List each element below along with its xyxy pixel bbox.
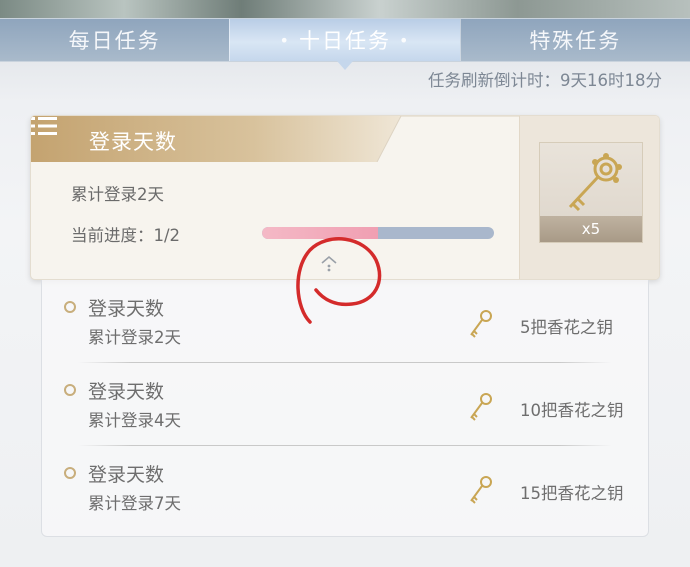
tab-label: 十日任务 xyxy=(298,29,391,53)
key-icon xyxy=(470,476,492,504)
tab-dot-right: • xyxy=(398,30,411,50)
tab-label: 特殊任务 xyxy=(529,29,622,53)
list-item[interactable]: 登录天数 累计登录4天 10把香花之钥 xyxy=(42,363,648,446)
tab-ten-day-tasks[interactable]: • 十日任务 • xyxy=(229,19,460,61)
key-icon xyxy=(568,153,622,212)
bullet-icon xyxy=(64,384,76,396)
card-header: 登录天数 xyxy=(31,116,521,162)
card-title: 登录天数 xyxy=(89,130,177,154)
tab-label: 每日任务 xyxy=(68,29,161,53)
annotation-circle xyxy=(296,237,382,324)
list-item-description: 累计登录4天 xyxy=(88,411,181,430)
tab-daily-tasks[interactable]: 每日任务 xyxy=(0,19,229,61)
key-icon xyxy=(470,310,492,338)
progress-label: 当前进度：1/2 xyxy=(71,226,181,245)
list-item-title: 登录天数 xyxy=(88,381,165,403)
list-item-description: 累计登录2天 xyxy=(88,328,181,347)
task-tabs: 每日任务 • 十日任务 • 特殊任务 xyxy=(0,18,690,62)
list-icon xyxy=(31,117,57,135)
reward-count: x5 xyxy=(540,216,642,242)
list-item-reward: 10把香花之钥 xyxy=(520,401,624,420)
list-item-reward: 5把香花之钥 xyxy=(520,318,613,337)
list-item-description: 累计登录7天 xyxy=(88,494,181,513)
tab-special-tasks[interactable]: 特殊任务 xyxy=(459,19,690,61)
bullet-icon xyxy=(64,467,76,479)
reward-item[interactable]: x5 xyxy=(539,142,643,243)
refresh-countdown: 任务刷新倒计时：9天16时18分 xyxy=(428,71,662,90)
task-description: 累计登录2天 xyxy=(71,185,164,204)
list-item-title: 登录天数 xyxy=(88,298,165,320)
reward-panel: x5 xyxy=(519,116,659,279)
list-item-reward: 15把香花之钥 xyxy=(520,484,624,503)
list-item[interactable]: 登录天数 累计登录7天 15把香花之钥 xyxy=(42,446,648,529)
tab-dot-left: • xyxy=(279,30,291,50)
bullet-icon xyxy=(64,301,76,313)
key-icon xyxy=(470,393,492,421)
banner-artwork xyxy=(0,0,690,20)
list-item-title: 登录天数 xyxy=(88,464,165,486)
